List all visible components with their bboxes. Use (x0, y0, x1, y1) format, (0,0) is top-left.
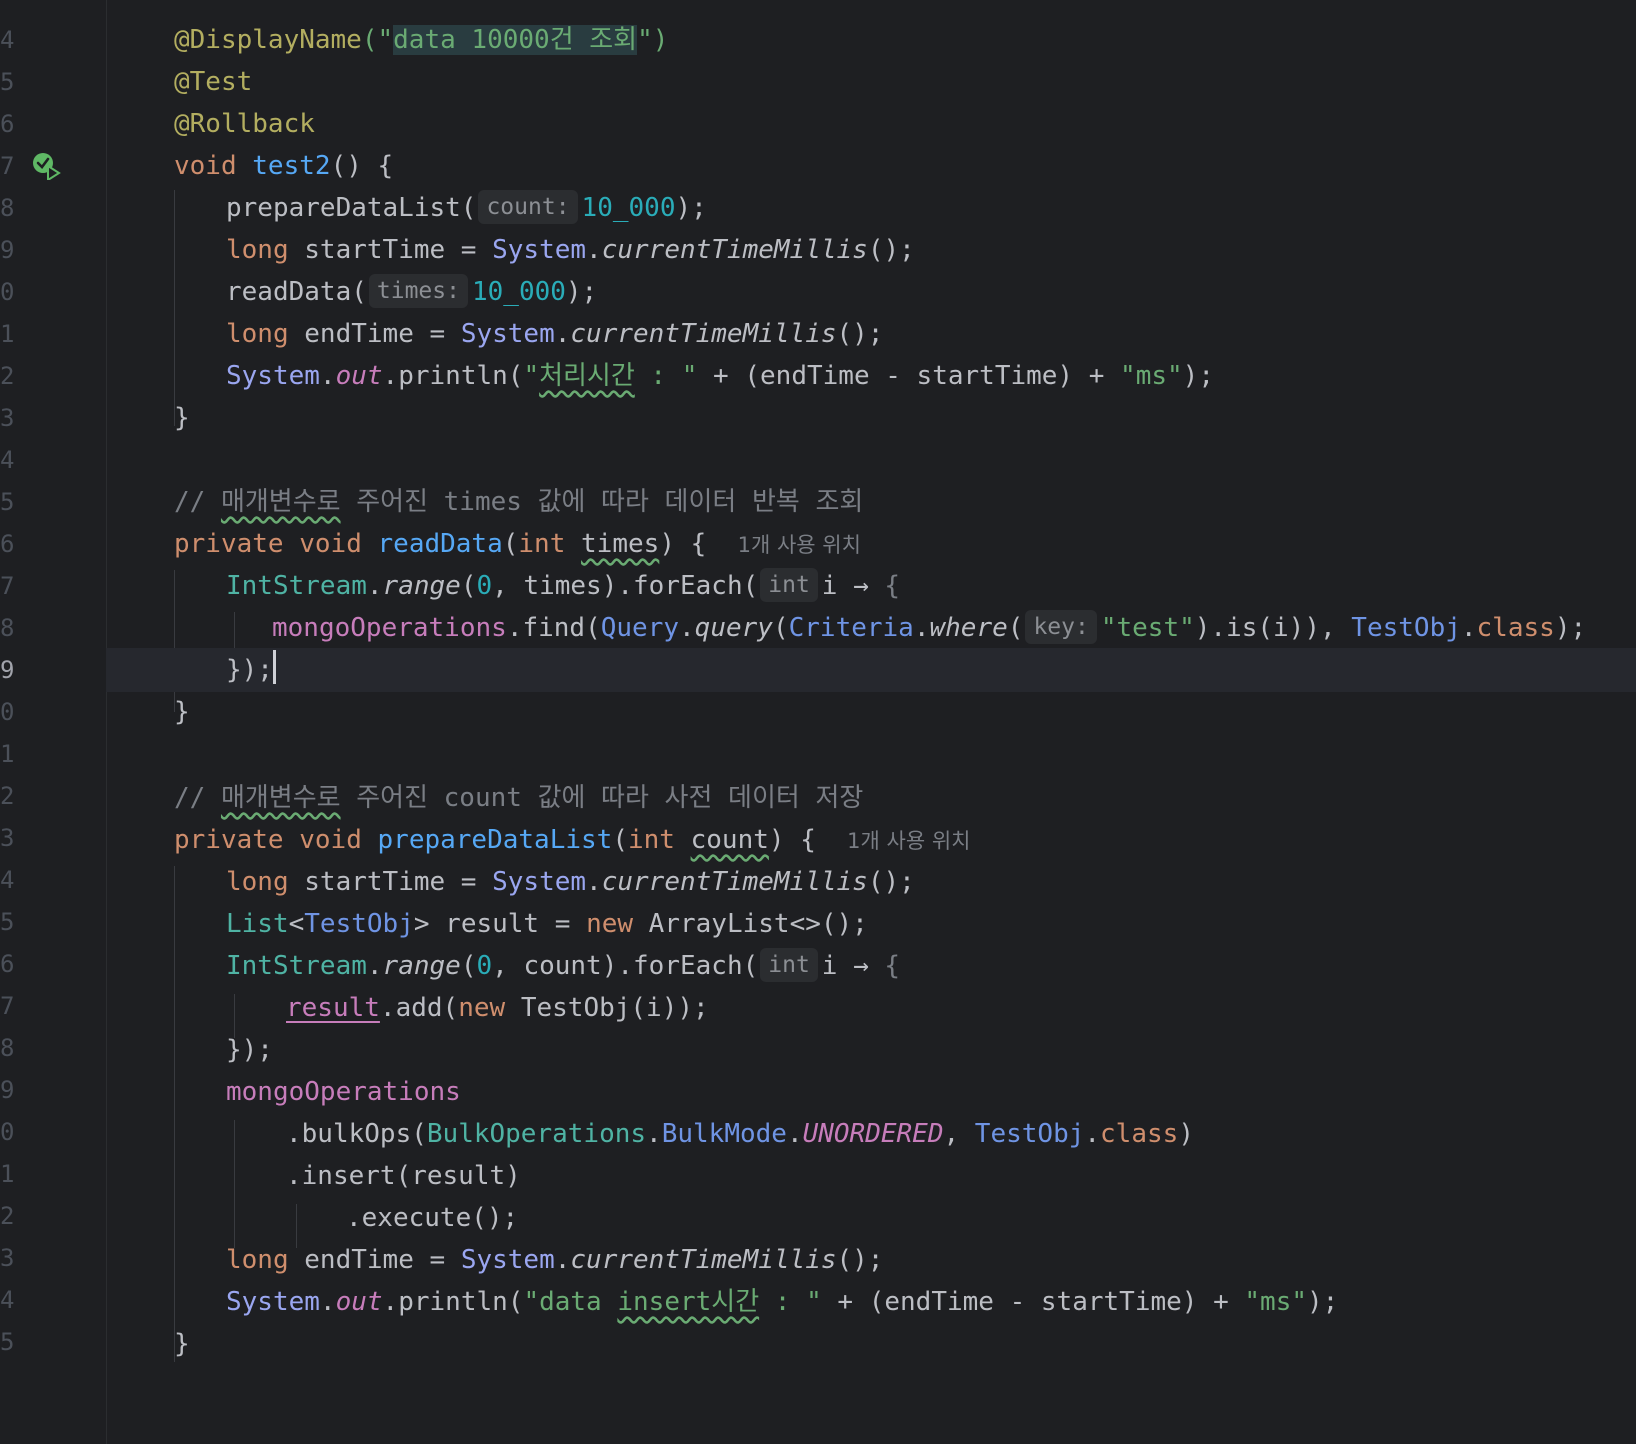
line-number[interactable]: 2 (0, 1194, 20, 1238)
code-line[interactable]: @DisplayName("data 10000건 조회") (106, 18, 1636, 62)
line-number[interactable]: 6 (0, 102, 20, 146)
inlay-hint: times: (368, 274, 468, 308)
code-line[interactable]: List<TestObj> result = new ArrayList<>()… (106, 902, 1636, 946)
code-area[interactable]: @DisplayName("data 10000건 조회") @Test @Ro… (106, 0, 1636, 1444)
typo-underline: insert시간 (617, 1287, 760, 1317)
code-line[interactable]: System.out.println("처리시간 : " + (endTime … (106, 354, 1636, 398)
code-line[interactable]: readData(times: 10_000); (106, 270, 1636, 314)
line-number[interactable]: 8 (0, 186, 20, 230)
run-test-passed-icon[interactable] (32, 152, 62, 180)
code-line[interactable]: long endTime = System.currentTimeMillis(… (106, 312, 1636, 356)
annotation: @Rollback (174, 109, 315, 139)
line-number[interactable]: 5 (0, 900, 20, 944)
line-number[interactable]: 8 (0, 1026, 20, 1070)
line-number[interactable]: 4 (0, 1278, 20, 1322)
code-line[interactable]: } (106, 396, 1636, 440)
method-name: prepareDataList (377, 825, 613, 855)
code-editor[interactable]: 45678901234567890123456789012345 @Displa… (0, 0, 1636, 1444)
line-number[interactable]: 4 (0, 858, 20, 902)
line-number[interactable]: 3 (0, 1236, 20, 1280)
code-line[interactable]: .bulkOps(BulkOperations.BulkMode.UNORDER… (106, 1112, 1636, 1156)
text-caret (272, 650, 276, 684)
line-number[interactable]: 0 (0, 1110, 20, 1154)
inlay-hint: count: (478, 190, 578, 224)
line-number[interactable]: 6 (0, 522, 20, 566)
line-number[interactable]: 6 (0, 942, 20, 986)
code-line[interactable]: @Rollback (106, 102, 1636, 146)
usages-link[interactable]: 1개 사용 위치 (738, 533, 861, 557)
line-number[interactable]: 1 (0, 1152, 20, 1196)
line-number[interactable]: 4 (0, 18, 20, 62)
line-number[interactable]: 7 (0, 144, 20, 188)
code-line[interactable]: mongoOperations.find(Query.query(Criteri… (106, 606, 1636, 650)
typo-underline: 매개변수로 (220, 487, 341, 517)
code-line[interactable]: long startTime = System.currentTimeMilli… (106, 860, 1636, 904)
code-line[interactable]: } (106, 1322, 1636, 1366)
string-literal-highlighted: data 10000건 조회 (393, 25, 638, 55)
code-line[interactable]: } (106, 690, 1636, 734)
code-line[interactable]: IntStream.range(0, count).forEach(int i →… (106, 944, 1636, 988)
code-line[interactable]: // 매개변수로 주어진 count 값에 따라 사전 데이터 저장 (106, 776, 1636, 820)
line-number[interactable]: 0 (0, 270, 20, 314)
code-line[interactable]: long startTime = System.currentTimeMilli… (106, 228, 1636, 272)
line-number[interactable]: 9 (0, 648, 20, 692)
line-number[interactable]: 7 (0, 564, 20, 608)
inlay-hint: key: (1025, 610, 1097, 644)
line-number[interactable]: 9 (0, 228, 20, 272)
method-name: readData (377, 529, 503, 559)
inlay-hint: int (760, 568, 818, 602)
method-name: test2 (252, 151, 331, 181)
code-line[interactable]: // 매개변수로 주어진 times 값에 따라 데이터 반복 조회 (106, 480, 1636, 524)
code-line[interactable]: System.out.println("data insert시간 : " + … (106, 1280, 1636, 1324)
line-number[interactable]: 2 (0, 354, 20, 398)
code-line[interactable]: mongoOperations (106, 1070, 1636, 1114)
line-number[interactable]: 5 (0, 480, 20, 524)
line-number[interactable]: 5 (0, 60, 20, 104)
code-line[interactable]: IntStream.range(0, times).forEach(int i →… (106, 564, 1636, 608)
param-name: times (581, 529, 660, 559)
usages-link[interactable]: 1개 사용 위치 (847, 829, 970, 853)
code-line[interactable]: .execute(); (106, 1196, 1636, 1240)
line-number[interactable]: 4 (0, 438, 20, 482)
line-number[interactable]: 9 (0, 1068, 20, 1112)
code-line[interactable]: result.add(new TestObj(i)); (106, 986, 1636, 1030)
param-name: count (690, 825, 769, 855)
typo-underline: 처리시간 (539, 361, 635, 391)
code-line[interactable]: private void prepareDataList(int count) … (106, 818, 1636, 862)
annotation: @Test (174, 67, 253, 97)
code-line-current[interactable]: }); (106, 648, 1636, 692)
line-number[interactable]: 7 (0, 984, 20, 1028)
annotation: @DisplayName (174, 25, 362, 55)
line-number[interactable]: 2 (0, 774, 20, 818)
inlay-hint: int (760, 948, 818, 982)
reassigned-local-var: result (286, 993, 380, 1023)
code-line[interactable]: @Test (106, 60, 1636, 104)
line-number[interactable]: 3 (0, 396, 20, 440)
editor-gutter[interactable]: 45678901234567890123456789012345 (0, 0, 107, 1444)
code-line[interactable]: prepareDataList(count: 10_000); (106, 186, 1636, 230)
code-line[interactable]: private void readData(int times) { 1개 사용… (106, 522, 1636, 566)
line-number[interactable]: 8 (0, 606, 20, 650)
line-number[interactable]: 1 (0, 732, 20, 776)
line-number[interactable]: 1 (0, 312, 20, 356)
code-line[interactable]: }); (106, 1028, 1636, 1072)
line-number[interactable]: 3 (0, 816, 20, 860)
code-line[interactable]: .insert(result) (106, 1154, 1636, 1198)
line-number[interactable]: 0 (0, 690, 20, 734)
line-number[interactable]: 5 (0, 1320, 20, 1364)
code-line[interactable]: long endTime = System.currentTimeMillis(… (106, 1238, 1636, 1282)
code-line[interactable]: void test2() { (106, 144, 1636, 188)
typo-underline: 매개변수로 (220, 783, 341, 813)
